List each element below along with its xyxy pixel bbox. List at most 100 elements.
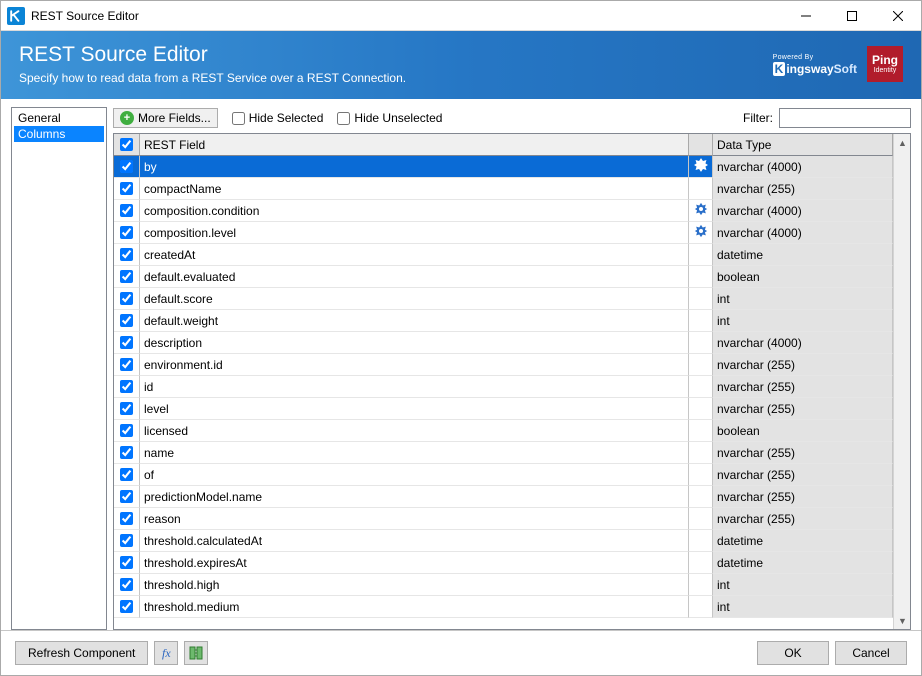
fx-expression-button[interactable]: fx	[154, 641, 178, 665]
row-data-type: int	[713, 288, 893, 310]
row-icon-cell	[689, 376, 713, 398]
row-icon-cell	[689, 266, 713, 288]
header-type[interactable]: Data Type	[713, 134, 893, 156]
row-icon-cell	[689, 486, 713, 508]
table-row[interactable]: idnvarchar (255)	[114, 376, 893, 398]
table-row[interactable]: createdAtdatetime	[114, 244, 893, 266]
row-field-name: default.evaluated	[140, 266, 689, 288]
row-checkbox[interactable]	[120, 204, 133, 217]
row-checkbox-cell	[114, 530, 140, 552]
tab-columns[interactable]: Columns	[14, 126, 104, 142]
table-row[interactable]: compactNamenvarchar (255)	[114, 178, 893, 200]
select-all-checkbox[interactable]	[120, 138, 133, 151]
row-checkbox[interactable]	[120, 314, 133, 327]
row-data-type: nvarchar (255)	[713, 508, 893, 530]
vertical-scrollbar[interactable]: ▲ ▼	[893, 134, 910, 629]
row-icon-cell	[689, 354, 713, 376]
row-checkbox-cell	[114, 574, 140, 596]
row-checkbox[interactable]	[120, 358, 133, 371]
row-checkbox[interactable]	[120, 534, 133, 547]
table-row[interactable]: default.evaluatedboolean	[114, 266, 893, 288]
hide-unselected-checkbox[interactable]: Hide Unselected	[337, 111, 442, 125]
row-checkbox[interactable]	[120, 292, 133, 305]
row-field-name: level	[140, 398, 689, 420]
table-row[interactable]: bynvarchar (4000)	[114, 156, 893, 178]
row-checkbox[interactable]	[120, 402, 133, 415]
row-checkbox-cell	[114, 266, 140, 288]
table-row[interactable]: descriptionnvarchar (4000)	[114, 332, 893, 354]
table-row[interactable]: threshold.expiresAtdatetime	[114, 552, 893, 574]
columns-map-button[interactable]	[184, 641, 208, 665]
more-fields-button[interactable]: + More Fields...	[113, 108, 218, 128]
row-checkbox[interactable]	[120, 556, 133, 569]
table-row[interactable]: composition.conditionnvarchar (4000)	[114, 200, 893, 222]
row-field-name: default.score	[140, 288, 689, 310]
maximize-button[interactable]	[829, 1, 875, 31]
row-checkbox[interactable]	[120, 490, 133, 503]
row-checkbox-cell	[114, 332, 140, 354]
table-row[interactable]: ofnvarchar (255)	[114, 464, 893, 486]
refresh-component-button[interactable]: Refresh Component	[15, 641, 148, 665]
row-data-type: nvarchar (4000)	[713, 332, 893, 354]
row-checkbox[interactable]	[120, 424, 133, 437]
row-data-type: int	[713, 310, 893, 332]
table-row[interactable]: environment.idnvarchar (255)	[114, 354, 893, 376]
row-icon-cell	[689, 222, 713, 244]
header-title: REST Source Editor	[19, 43, 773, 67]
row-checkbox[interactable]	[120, 468, 133, 481]
row-icon-cell	[689, 200, 713, 222]
header-checkbox-cell	[114, 134, 140, 156]
row-checkbox[interactable]	[120, 336, 133, 349]
row-icon-cell	[689, 552, 713, 574]
table-row[interactable]: levelnvarchar (255)	[114, 398, 893, 420]
ok-button[interactable]: OK	[757, 641, 829, 665]
row-icon-cell	[689, 442, 713, 464]
gear-icon[interactable]	[694, 224, 708, 241]
row-checkbox-cell	[114, 442, 140, 464]
row-checkbox-cell	[114, 376, 140, 398]
minimize-button[interactable]	[783, 1, 829, 31]
table-row[interactable]: threshold.calculatedAtdatetime	[114, 530, 893, 552]
row-checkbox[interactable]	[120, 600, 133, 613]
row-field-name: name	[140, 442, 689, 464]
row-checkbox[interactable]	[120, 380, 133, 393]
row-checkbox-cell	[114, 420, 140, 442]
columns-grid: REST FieldData Typebynvarchar (4000)comp…	[113, 133, 911, 630]
table-row[interactable]: namenvarchar (255)	[114, 442, 893, 464]
ping-identity-logo: Ping Identity	[867, 46, 903, 82]
row-icon-cell	[689, 420, 713, 442]
table-row[interactable]: threshold.mediumint	[114, 596, 893, 618]
row-icon-cell	[689, 244, 713, 266]
row-checkbox[interactable]	[120, 578, 133, 591]
close-button[interactable]	[875, 1, 921, 31]
row-checkbox[interactable]	[120, 226, 133, 239]
row-data-type: nvarchar (255)	[713, 376, 893, 398]
row-checkbox-cell	[114, 310, 140, 332]
row-data-type: nvarchar (4000)	[713, 200, 893, 222]
scroll-down-icon[interactable]: ▼	[894, 612, 911, 629]
table-row[interactable]: default.score int	[114, 288, 893, 310]
hide-selected-checkbox[interactable]: Hide Selected	[232, 111, 324, 125]
table-row[interactable]: reasonnvarchar (255)	[114, 508, 893, 530]
scroll-up-icon[interactable]: ▲	[894, 134, 911, 151]
table-row[interactable]: licensedboolean	[114, 420, 893, 442]
row-checkbox[interactable]	[120, 182, 133, 195]
table-row[interactable]: composition.levelnvarchar (4000)	[114, 222, 893, 244]
header-field[interactable]: REST Field	[140, 134, 689, 156]
table-row[interactable]: predictionModel.namenvarchar (255)	[114, 486, 893, 508]
row-checkbox[interactable]	[120, 248, 133, 261]
toolbar: + More Fields... Hide Selected Hide Unse…	[113, 107, 911, 129]
gear-icon[interactable]	[694, 202, 708, 219]
cancel-button[interactable]: Cancel	[835, 641, 907, 665]
row-icon-cell	[689, 508, 713, 530]
table-row[interactable]: threshold.highint	[114, 574, 893, 596]
row-data-type: datetime	[713, 552, 893, 574]
row-checkbox[interactable]	[120, 446, 133, 459]
row-checkbox[interactable]	[120, 160, 133, 173]
row-checkbox[interactable]	[120, 512, 133, 525]
gear-icon[interactable]	[694, 158, 708, 175]
filter-input[interactable]	[779, 108, 911, 128]
table-row[interactable]: default.weightint	[114, 310, 893, 332]
tab-general[interactable]: General	[14, 110, 104, 126]
row-checkbox[interactable]	[120, 270, 133, 283]
